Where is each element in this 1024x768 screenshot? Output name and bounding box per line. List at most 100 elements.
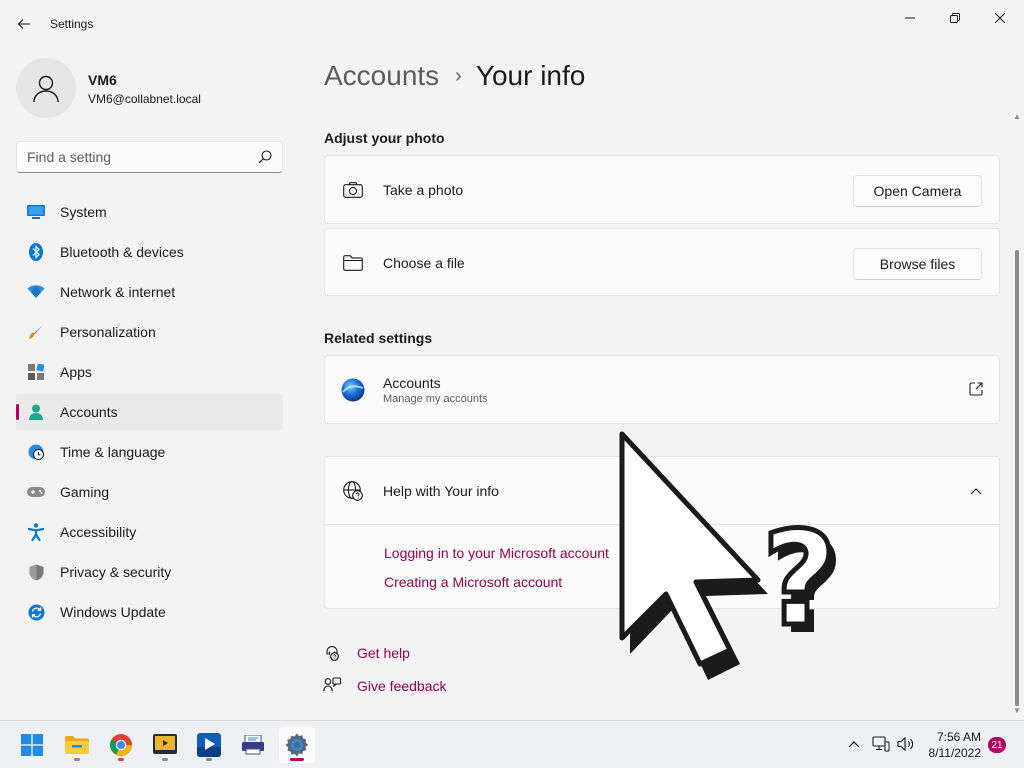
controller-icon: [27, 483, 45, 501]
brush-icon: [27, 323, 45, 341]
taskbar-media-app[interactable]: [147, 727, 183, 763]
minimize-button[interactable]: [888, 4, 932, 32]
app-title: Settings: [50, 17, 94, 31]
taskbar-start-button[interactable]: [14, 727, 50, 763]
take-photo-label: Take a photo: [383, 182, 464, 198]
breadcrumb: Accounts › Your info: [324, 56, 585, 96]
back-button[interactable]: [12, 12, 36, 36]
breadcrumb-parent[interactable]: Accounts: [324, 60, 439, 92]
taskbar-running-indicator: [162, 758, 168, 761]
profile-email: VM6@collabnet.local: [88, 92, 201, 106]
globe-clock-icon: [27, 443, 45, 461]
choose-file-card: Choose a file Browse files: [324, 228, 1000, 296]
sidebar-item-apps[interactable]: Apps: [16, 354, 283, 390]
take-photo-card: Take a photo Open Camera: [324, 155, 1000, 224]
taskbar-settings[interactable]: [279, 727, 315, 763]
page-title: Your info: [475, 60, 586, 91]
browse-files-button[interactable]: Browse files: [853, 248, 982, 280]
sidebar-item-label: Network & internet: [60, 284, 176, 300]
chevron-up-icon[interactable]: [845, 735, 863, 753]
taskbar-running-indicator: [74, 758, 80, 761]
folder-icon: [65, 736, 89, 754]
breadcrumb-separator: ›: [455, 64, 462, 87]
camera-icon: [343, 180, 363, 200]
clock-date[interactable]: 8/11/2022: [929, 746, 982, 760]
sidebar-item-windows-update[interactable]: Windows Update: [16, 594, 283, 630]
get-help-link[interactable]: Get help: [357, 645, 410, 661]
chrome-icon: [110, 734, 132, 756]
folder-icon: [343, 253, 363, 273]
close-button[interactable]: [978, 4, 1022, 32]
sidebar-item-label: System: [60, 204, 107, 220]
help-globe-icon: [343, 481, 363, 501]
taskbar: 7:56 AM 8/11/2022 21: [0, 720, 1024, 768]
search-icon[interactable]: [258, 150, 272, 164]
wifi-icon: [27, 283, 45, 301]
help-expander-title: Help with Your info: [383, 483, 499, 499]
sidebar-item-label: Time & language: [60, 444, 166, 460]
accessibility-icon: [27, 523, 45, 541]
help-link-creating-account[interactable]: Creating a Microsoft account: [384, 574, 562, 590]
sidebar-item-label: Bluetooth & devices: [60, 244, 184, 260]
sidebar-item-bluetooth[interactable]: Bluetooth & devices: [16, 234, 283, 270]
sidebar-item-label: Privacy & security: [60, 564, 172, 580]
sidebar-item-gaming[interactable]: Gaming: [16, 474, 283, 510]
give-feedback-link[interactable]: Give feedback: [357, 678, 447, 694]
windows-start-icon: [21, 734, 43, 756]
gear-icon: [285, 733, 309, 757]
taskbar-running-indicator: [206, 758, 212, 761]
open-camera-button[interactable]: Open Camera: [853, 175, 982, 207]
media-player-icon: [197, 733, 221, 757]
clock-time[interactable]: 7:56 AM: [937, 730, 981, 744]
chevron-up-icon[interactable]: [970, 485, 982, 497]
search-input[interactable]: [27, 149, 247, 165]
sidebar-item-label: Personalization: [60, 324, 156, 340]
bluetooth-icon: [27, 243, 45, 261]
title-bar: Settings: [0, 0, 1024, 48]
accounts-link-sublabel: Manage my accounts: [383, 393, 488, 405]
user-icon: [33, 75, 59, 103]
question-mark: ?: [762, 503, 837, 655]
sidebar-item-label: Accounts: [60, 404, 118, 420]
scanner-icon: [242, 735, 264, 755]
restore-button[interactable]: [933, 4, 977, 32]
sidebar-nav: System Bluetooth & devices Network & int…: [16, 194, 283, 634]
accounts-icon: [27, 403, 45, 421]
profile-name: VM6: [88, 72, 117, 88]
sidebar-item-privacy[interactable]: Privacy & security: [16, 554, 283, 590]
taskbar-media-player[interactable]: [191, 727, 227, 763]
volume-icon[interactable]: [897, 735, 915, 753]
notification-badge[interactable]: 21: [988, 737, 1006, 753]
sidebar-item-system[interactable]: System: [16, 194, 283, 230]
sidebar-item-time-language[interactable]: Time & language: [16, 434, 283, 470]
sidebar-item-accounts[interactable]: Accounts: [16, 394, 283, 430]
sidebar-item-label: Windows Update: [60, 604, 166, 620]
sidebar-item-personalization[interactable]: Personalization: [16, 314, 283, 350]
taskbar-file-explorer[interactable]: [59, 727, 95, 763]
network-icon[interactable]: [872, 735, 890, 753]
avatar[interactable]: [16, 58, 76, 118]
media-icon: [153, 734, 177, 754]
taskbar-chrome[interactable]: [103, 727, 139, 763]
sidebar-item-label: Accessibility: [60, 524, 137, 540]
taskbar-running-indicator: [290, 758, 304, 761]
open-external-icon: [969, 382, 983, 396]
scroll-down-icon[interactable]: ▼: [1013, 706, 1021, 715]
taskbar-scanner-app[interactable]: [235, 727, 271, 763]
accounts-link-card[interactable]: Accounts Manage my accounts: [324, 355, 1000, 424]
section-title-photo: Adjust your photo: [324, 130, 445, 146]
microsoft-accounts-icon: [341, 378, 365, 402]
section-title-related: Related settings: [324, 330, 433, 346]
taskbar-running-indicator: [118, 758, 124, 761]
sidebar-item-accessibility[interactable]: Accessibility: [16, 514, 283, 550]
sidebar-item-label: Gaming: [60, 484, 110, 500]
sidebar-item-network[interactable]: Network & internet: [16, 274, 283, 310]
get-help-icon: [323, 644, 341, 662]
help-link-logging-in[interactable]: Logging in to your Microsoft account: [384, 545, 609, 561]
search-box[interactable]: [16, 141, 283, 173]
scrollbar-thumb[interactable]: [1015, 250, 1019, 706]
accounts-link-label: Accounts: [383, 375, 441, 391]
back-arrow-icon: [17, 19, 30, 29]
scroll-up-icon[interactable]: ▲: [1013, 112, 1021, 121]
feedback-icon: [323, 677, 341, 695]
